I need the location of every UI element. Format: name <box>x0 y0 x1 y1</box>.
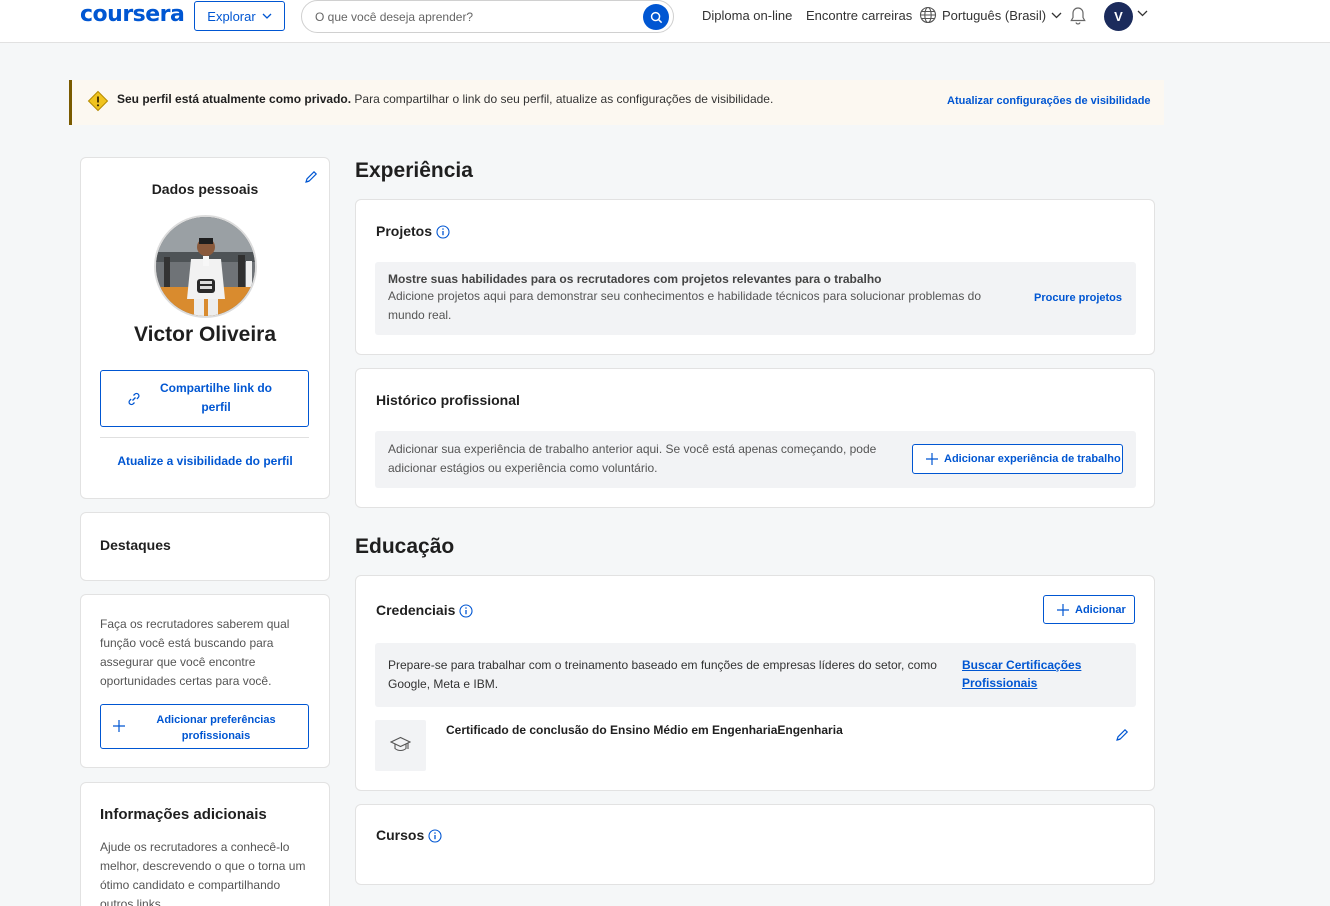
projects-box-text: Adicione projetos aqui para demonstrar s… <box>388 289 982 322</box>
browse-projects-link[interactable]: Procure projetos <box>1034 292 1122 304</box>
profile-name: Victor Oliveira <box>133 323 277 346</box>
browse-professional-certificates-link[interactable]: Buscar Certificações Profissionais <box>962 656 1102 692</box>
search-icon <box>650 11 662 23</box>
info-icon[interactable] <box>436 225 450 239</box>
courses-card: Cursos <box>355 804 1155 885</box>
credentials-title-text: Credenciais <box>376 602 456 618</box>
warning-icon <box>87 90 109 112</box>
credential-thumbnail <box>375 720 426 771</box>
alert-bold-text: Seu perfil está atualmente como privado. <box>117 92 352 106</box>
credentials-card: Credenciais Adicionar Prepare-se para tr… <box>355 575 1155 791</box>
update-profile-visibility-link[interactable]: Atualize a visibilidade do perfil <box>81 454 329 468</box>
search-bar <box>301 0 674 33</box>
search-button[interactable] <box>643 4 669 30</box>
credential-item-title: Certificado de conclusão do Ensino Médio… <box>446 723 843 737</box>
info-icon[interactable] <box>459 604 473 618</box>
privacy-alert-banner: Seu perfil está atualmente como privado.… <box>69 80 1164 125</box>
divider <box>100 437 309 438</box>
add-professional-preferences-button[interactable]: Adicionar preferências profissionais <box>100 704 309 749</box>
preferences-description: Faça os recrutadores saberem qual função… <box>100 617 290 688</box>
alert-message: Seu perfil está atualmente como privado.… <box>117 92 773 106</box>
additional-info-description: Ajude os recrutadores a conhecê-lo melho… <box>100 840 306 906</box>
courses-title: Cursos <box>376 827 442 843</box>
projects-box-title: Mostre suas habilidades para os recrutad… <box>388 272 882 286</box>
add-credential-button[interactable]: Adicionar <box>1043 595 1135 624</box>
chevron-down-icon[interactable] <box>1137 10 1148 17</box>
plus-icon <box>1057 604 1069 616</box>
personal-data-card: Dados pessoais Victor Oliveira Compartil… <box>80 157 330 499</box>
explore-label: Explorar <box>207 8 256 24</box>
work-history-card: Histórico profissional Adicionar sua exp… <box>355 368 1155 508</box>
additional-info-card: Informações adicionais Ajude os recrutad… <box>80 782 330 906</box>
search-input[interactable] <box>315 7 635 27</box>
share-profile-link-button[interactable]: Compartilhe link do perfil <box>100 370 309 427</box>
language-selector[interactable]: Português (Brasil) <box>919 6 1062 24</box>
language-label: Português (Brasil) <box>942 7 1047 23</box>
top-navigation-bar: coursera Explorar Diploma on-line Encont… <box>0 0 1330 43</box>
profile-photo-image <box>156 217 255 316</box>
globe-icon <box>919 6 937 24</box>
bell-icon <box>1070 7 1086 25</box>
certificates-promo-text: Prepare-se para trabalhar com o treiname… <box>388 658 937 691</box>
graduation-cap-icon <box>390 736 411 752</box>
share-profile-link-label: Compartilhe link do perfil <box>159 381 272 414</box>
explore-button[interactable]: Explorar <box>194 1 285 31</box>
personal-data-title: Dados pessoais <box>151 181 259 197</box>
nav-link-find-careers[interactable]: Encontre carreiras <box>806 8 912 23</box>
credentials-title: Credenciais <box>376 602 473 618</box>
coursera-logo[interactable]: coursera <box>80 2 185 27</box>
projects-title-text: Projetos <box>376 223 433 239</box>
update-visibility-settings-link[interactable]: Atualizar configurações de visibilidade <box>947 95 1151 107</box>
alert-text: Para compartilhar o link do seu perfil, … <box>351 92 774 106</box>
add-credential-label: Adicionar <box>1075 604 1126 616</box>
profile-photo <box>154 215 257 318</box>
education-heading: Educação <box>355 535 455 558</box>
add-professional-preferences-label: Adicionar preferências profissionais <box>156 714 276 742</box>
projects-title: Projetos <box>376 223 450 239</box>
add-work-experience-button[interactable]: Adicionar experiência de trabalho <box>912 444 1123 474</box>
certificates-promo-box: Prepare-se para trabalhar com o treiname… <box>375 643 1136 707</box>
projects-card: Projetos Mostre suas habilidades para os… <box>355 199 1155 355</box>
notifications-button[interactable] <box>1069 6 1087 31</box>
edit-pencil-icon[interactable] <box>304 170 318 184</box>
work-history-info-box: Adicionar sua experiência de trabalho an… <box>375 431 1136 488</box>
plus-icon <box>926 453 938 465</box>
nav-link-online-degree[interactable]: Diploma on-line <box>702 8 792 23</box>
info-icon[interactable] <box>428 829 442 843</box>
add-work-experience-label: Adicionar experiência de trabalho <box>944 453 1121 465</box>
user-avatar-button[interactable]: V <box>1104 2 1133 31</box>
chevron-down-icon <box>1051 12 1062 18</box>
courses-title-text: Cursos <box>376 827 425 843</box>
highlights-card: Destaques <box>80 512 330 581</box>
plus-icon <box>113 720 125 732</box>
projects-info-box: Mostre suas habilidades para os recrutad… <box>375 262 1136 335</box>
work-history-title: Histórico profissional <box>376 392 520 408</box>
work-history-text: Adicionar sua experiência de trabalho an… <box>388 442 877 475</box>
edit-pencil-icon[interactable] <box>1115 728 1129 742</box>
professional-preferences-card: Faça os recrutadores saberem qual função… <box>80 594 330 768</box>
chevron-down-icon <box>262 13 272 19</box>
link-icon <box>128 392 140 406</box>
experience-heading: Experiência <box>355 159 473 182</box>
highlights-title: Destaques <box>100 537 171 553</box>
additional-info-title: Informações adicionais <box>100 806 267 823</box>
